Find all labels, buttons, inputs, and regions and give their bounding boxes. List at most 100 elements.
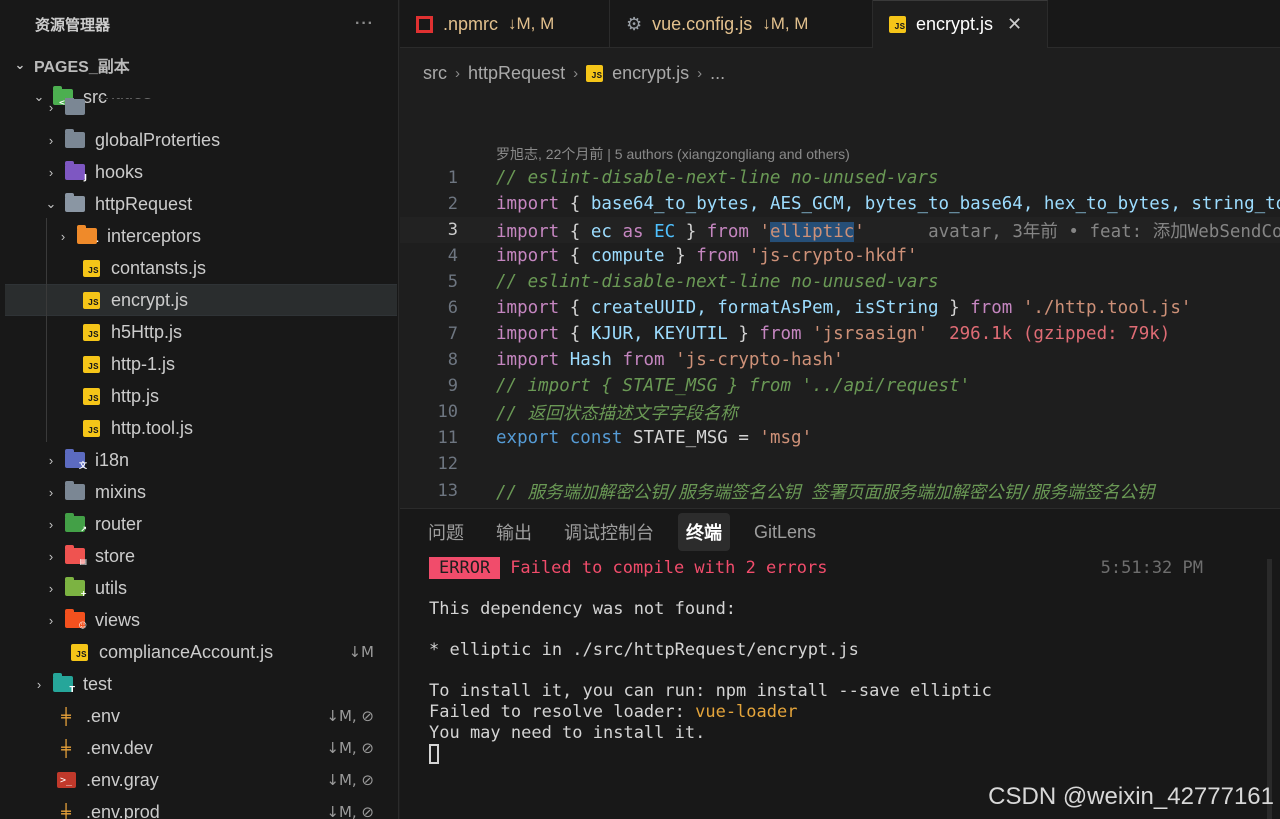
- tree-file-env[interactable]: ╪ .env ↓M, ⊘: [0, 700, 398, 732]
- code-token: }: [664, 246, 697, 266]
- tree-file-env-gray[interactable]: >_ .env.gray ↓M, ⊘: [0, 764, 398, 796]
- tab-encrypt[interactable]: JS encrypt.js ✕: [873, 0, 1048, 48]
- folder-utils-icon: +: [65, 577, 87, 598]
- code-line: 10 // 返回状态描述文字字段名称: [400, 399, 1280, 425]
- code-token: {: [569, 194, 591, 214]
- error-badge: ERROR: [429, 557, 501, 579]
- line-number: 2: [447, 194, 458, 214]
- tree-file-env-dev[interactable]: ╪ .env.dev ↓M, ⊘: [0, 732, 398, 764]
- explorer-sidebar: 资源管理器 ··· ⌄ PAGES_副本 ⌄ </> src › entitie…: [0, 0, 399, 819]
- code-token: as: [611, 221, 655, 242]
- code-token: {: [569, 324, 591, 344]
- tree-folder-router[interactable]: › ↗ router: [0, 508, 398, 540]
- code-token: from: [696, 246, 739, 266]
- code-line: 5 // eslint-disable-next-line no-unused-…: [400, 269, 1280, 295]
- chevron-right-icon: ›: [48, 548, 54, 564]
- tree-folder-hooks[interactable]: › J hooks: [0, 156, 398, 188]
- terminal-cursor: [429, 744, 439, 764]
- code-token: // import { STATE_MSG } from '../api/req…: [496, 376, 971, 396]
- folder-i18n-icon: 文: [65, 449, 87, 470]
- js-file-icon: JS: [69, 643, 89, 661]
- tree-folder-utils[interactable]: › + utils: [0, 572, 398, 604]
- tree-label: .env.dev: [86, 737, 153, 758]
- tree-folder-entities[interactable]: › entities: [0, 98, 398, 116]
- code-token: STATE_MSG: [632, 428, 728, 448]
- terminal-line: This dependency was not found:: [429, 599, 737, 619]
- tab-problems[interactable]: 问题: [420, 513, 472, 551]
- close-icon[interactable]: ✕: [1007, 14, 1022, 35]
- code-editor[interactable]: 罗旭志, 22个月前 | 5 authors (xiangzongliang a…: [400, 98, 1280, 508]
- js-file-icon: JS: [81, 291, 101, 309]
- tree-label: complianceAccount.js: [99, 641, 274, 662]
- breadcrumb-item[interactable]: encrypt.js: [612, 63, 689, 84]
- tree-label: views: [95, 609, 141, 630]
- code-line: 2 import { base64_to_bytes, AES_GCM, byt…: [400, 191, 1280, 217]
- code-token: from: [970, 298, 1013, 318]
- code-line: 13 // 服务端加解密公钥/服务端签名公钥 签署页面服务端加解密公钥/服务端签…: [400, 478, 1280, 504]
- tree-file-http-1[interactable]: JS http-1.js: [0, 348, 398, 380]
- folder-open-icon: [65, 193, 85, 213]
- tree-folder-views[interactable]: › ☺ views: [0, 604, 398, 636]
- tree-file-env-prod[interactable]: ╪ .env.prod ↓M, ⊘: [0, 796, 398, 819]
- tree-file-h5http[interactable]: JS h5Http.js: [0, 316, 398, 348]
- more-actions-icon[interactable]: ···: [355, 15, 374, 33]
- tab-output[interactable]: 输出: [488, 513, 540, 551]
- folder-store-icon: ▤: [65, 545, 87, 566]
- folder-test-icon: T: [53, 673, 75, 694]
- code-token: createUUID, formatAsPem, isString: [590, 298, 939, 318]
- tree-folder-store[interactable]: › ▤ store: [0, 540, 398, 572]
- tree-folder-i18n[interactable]: › 文 i18n: [0, 444, 398, 476]
- line-number: 3: [447, 220, 458, 240]
- tree-file-encrypt[interactable]: JS encrypt.js: [5, 284, 397, 316]
- code-token: from: [706, 221, 749, 242]
- tab-terminal[interactable]: 终端: [678, 513, 730, 551]
- tree-folder-httprequest[interactable]: ⌄ httpRequest: [0, 188, 398, 220]
- breadcrumb-item[interactable]: src: [423, 63, 447, 84]
- terminal-cursor-line: [429, 743, 439, 765]
- tab-debug-console[interactable]: 调试控制台: [556, 513, 662, 551]
- terminal-scrollbar[interactable]: [1267, 559, 1272, 819]
- tree-file-contansts[interactable]: JS contansts.js: [0, 252, 398, 284]
- explorer-header: 资源管理器 ···: [0, 0, 398, 48]
- code-token: export: [496, 428, 560, 448]
- tree-folder-globalproterties[interactable]: › globalProterties: [0, 124, 398, 156]
- project-root[interactable]: ⌄ PAGES_副本: [0, 49, 398, 81]
- chevron-down-icon: ⌄: [14, 57, 26, 72]
- chevron-right-icon: ›: [36, 676, 42, 692]
- tab-gitlens[interactable]: GitLens: [746, 516, 824, 549]
- tree-label: h5Http.js: [111, 321, 183, 342]
- tab-npmrc[interactable]: .npmrc ↓M, M: [400, 0, 610, 48]
- import-cost-hint: 296.1k (gzipped: 79k): [949, 324, 1171, 344]
- chevron-right-icon: ›: [697, 64, 703, 82]
- git-status-badge: ↓M, ⊘: [326, 707, 374, 725]
- folder-icon: [65, 98, 85, 116]
- chevron-right-icon: ›: [455, 64, 460, 82]
- breadcrumb-item[interactable]: ...: [710, 63, 725, 84]
- code-token: // eslint-disable-next-line no-unused-va…: [496, 168, 939, 188]
- tree-folder-interceptors[interactable]: › · interceptors: [0, 220, 398, 252]
- folder-views-icon: ☺: [65, 609, 87, 630]
- tree-file-http-tool[interactable]: JS http.tool.js: [0, 412, 398, 444]
- tab-vue-config[interactable]: ⚙ vue.config.js ↓M, M: [610, 0, 873, 48]
- chevron-right-icon: ›: [573, 64, 579, 82]
- tree-label: utils: [95, 577, 128, 598]
- watermark: CSDN @weixin_42777161: [988, 783, 1274, 810]
- tab-git-status: ↓M, M: [508, 14, 555, 33]
- chevron-down-icon: ⌄: [45, 196, 57, 211]
- tree-label: test: [83, 673, 113, 694]
- chevron-right-icon: ›: [48, 452, 54, 468]
- code-token: const: [559, 428, 633, 448]
- code-token: import: [496, 350, 560, 370]
- codelens-blame[interactable]: 罗旭志, 22个月前 | 5 authors (xiangzongliang a…: [496, 144, 850, 164]
- code-token: // 服务端加解密公钥/服务端签名公钥 签署页面服务端加解密公钥/服务端签名公钥: [496, 482, 1155, 503]
- tree-folder-test[interactable]: › T test: [0, 668, 398, 700]
- tree-file-complianceaccount[interactable]: JS complianceAccount.js ↓M: [0, 636, 398, 668]
- tree-folder-mixins[interactable]: › mixins: [0, 476, 398, 508]
- code-token: KJUR, KEYUTIL: [590, 324, 728, 344]
- terminal-text-highlight: vue-loader: [695, 702, 798, 722]
- terminal-line: ERROR Failed to compile with 2 errors 5:…: [429, 557, 1241, 579]
- tree-file-http[interactable]: JS http.js: [0, 380, 398, 412]
- breadcrumb-item[interactable]: httpRequest: [468, 63, 565, 84]
- inline-blame[interactable]: avatar, 3年前 • feat: 添加WebSendCo: [928, 222, 1280, 242]
- folder-router-icon: ↗: [65, 513, 87, 534]
